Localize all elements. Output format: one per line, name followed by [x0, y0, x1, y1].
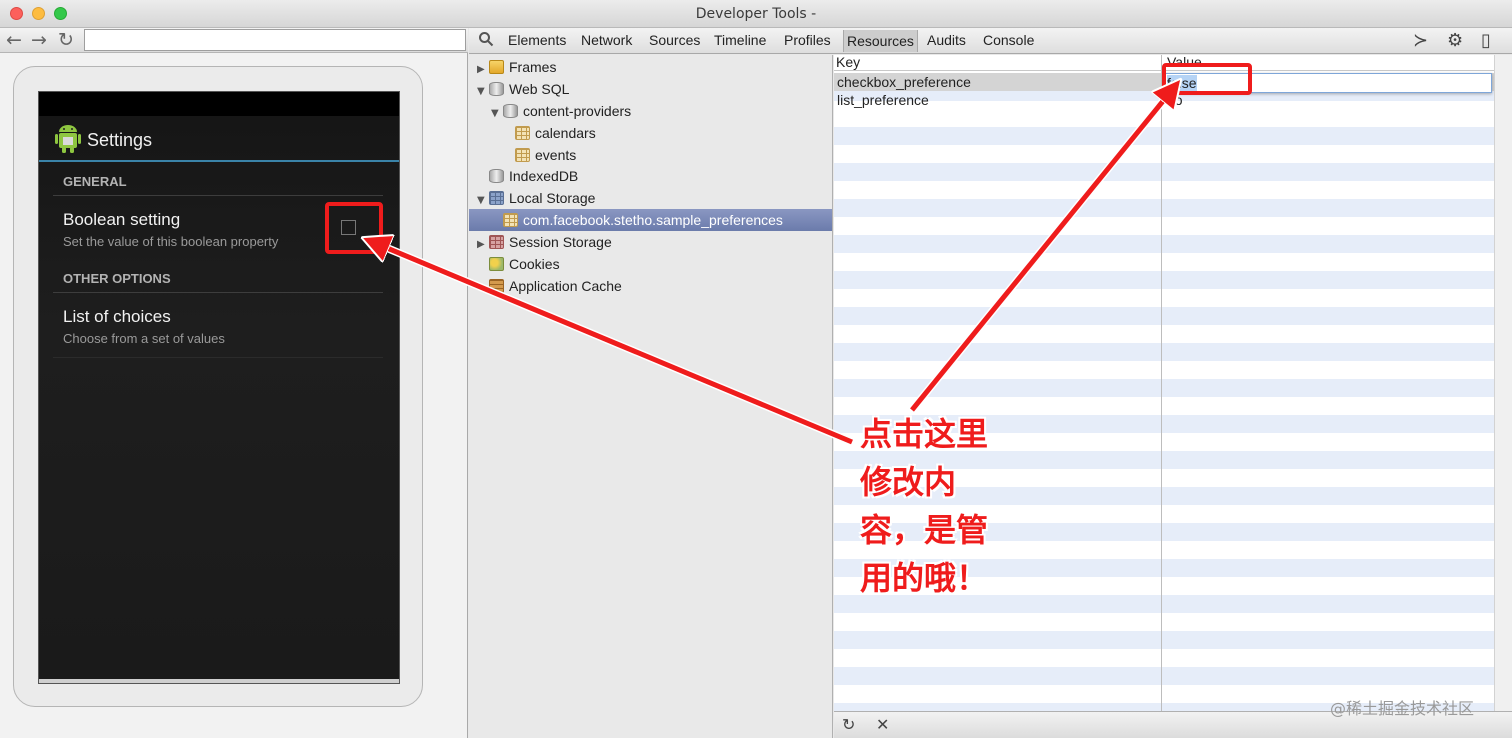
annotation-line: 用的哦！ [860, 559, 989, 597]
pref-boolean-summary: Set the value of this boolean property [63, 234, 279, 249]
android-status-bar [39, 92, 399, 116]
tree-item-label: content-providers [523, 103, 632, 119]
tree-item-label: Web SQL [509, 81, 570, 97]
table-icon [503, 213, 518, 227]
pref-boolean-title[interactable]: Boolean setting [63, 210, 180, 230]
local-storage-grid[interactable]: Key Value checkbox_preference false list… [834, 55, 1494, 711]
tree-item-local-storage[interactable]: ▼ Local Storage [477, 187, 595, 209]
grid-scrollbar[interactable] [1494, 55, 1512, 711]
tab-network[interactable]: Network [581, 32, 632, 50]
database-icon [503, 104, 518, 118]
tab-profiles[interactable]: Profiles [784, 32, 831, 50]
highlight-box-value [1162, 63, 1252, 95]
tree-item-application-cache[interactable]: Application Cache [489, 275, 622, 297]
forward-arrow-icon[interactable]: → [31, 29, 47, 51]
pref-list-summary: Choose from a set of values [63, 331, 225, 346]
tree-item-content-providers[interactable]: ▼ content-providers [491, 100, 631, 122]
screencast-navbar: ← → ↻ [0, 28, 468, 53]
screen-bottom-edge [39, 679, 399, 683]
tree-item-events[interactable]: events [515, 144, 576, 166]
refresh-icon[interactable]: ↻ [842, 715, 855, 734]
tree-item-label: events [535, 147, 577, 163]
highlight-box-checkbox [325, 202, 383, 254]
dock-icon[interactable]: ▯ [1481, 30, 1491, 51]
collapse-arrow-icon[interactable]: ▼ [477, 81, 489, 103]
annotation-line: 修改内 [860, 463, 957, 501]
cell-key[interactable]: checkbox_preference [837, 73, 971, 91]
tree-item-web-sql[interactable]: ▼ Web SQL [477, 78, 569, 100]
tree-item-label: com.facebook.stetho.sample_preferences [523, 212, 783, 228]
annotation-line: 容，是管 [860, 511, 989, 549]
tab-elements[interactable]: Elements [508, 32, 566, 50]
search-icon[interactable] [478, 31, 494, 52]
category-general: GENERAL [53, 174, 383, 196]
device-frame: Settings GENERAL Boolean setting Set the… [13, 66, 423, 707]
android-robot-icon [55, 125, 81, 153]
database-icon [489, 169, 504, 183]
tree-item-calendars[interactable]: calendars [515, 122, 596, 144]
tab-console[interactable]: Console [983, 32, 1034, 50]
cookie-icon [489, 257, 504, 271]
tab-audits[interactable]: Audits [927, 32, 966, 50]
annotation-line: 点击这里 [860, 415, 989, 453]
tree-item-frames[interactable]: ▶ Frames [477, 56, 556, 78]
expand-arrow-icon[interactable]: ▶ [477, 234, 489, 256]
table-icon [515, 148, 530, 162]
database-icon [489, 82, 504, 96]
tab-resources[interactable]: Resources [843, 30, 918, 52]
window-title: Developer Tools - [695, 6, 817, 22]
tree-item-label: calendars [535, 125, 596, 141]
tab-timeline[interactable]: Timeline [714, 32, 766, 50]
category-other-options: OTHER OPTIONS [53, 271, 383, 293]
tree-item-indexeddb[interactable]: IndexedDB [489, 165, 578, 187]
android-action-bar: Settings [39, 116, 399, 162]
tree-item-label: Frames [509, 59, 557, 75]
pref-divider [53, 357, 383, 358]
window-title-bar: Developer Tools - [0, 0, 1512, 28]
app-title: Settings [87, 130, 153, 150]
tree-item-label: Application Cache [509, 278, 622, 294]
tree-item-sample-preferences[interactable]: com.facebook.stetho.sample_preferences [469, 209, 832, 231]
table-icon [515, 126, 530, 140]
android-screen[interactable]: Settings GENERAL Boolean setting Set the… [38, 91, 400, 684]
tree-item-cookies[interactable]: Cookies [489, 253, 560, 275]
column-header-key[interactable]: Key [836, 55, 860, 70]
cache-icon [489, 279, 504, 293]
folder-icon [489, 60, 504, 74]
tree-item-label: Cookies [509, 256, 560, 272]
url-input[interactable] [84, 29, 466, 51]
device-pane: ← → ↻ Settings GENERAL Boolean setting S… [0, 28, 468, 738]
cell-key[interactable]: list_preference [837, 91, 929, 109]
column-divider[interactable] [1161, 55, 1162, 711]
delete-icon[interactable]: ✕ [876, 715, 889, 734]
tree-item-label: Session Storage [509, 234, 612, 250]
gear-icon[interactable]: ⚙ [1447, 30, 1463, 51]
annotation-text: 点击这里 修改内 容，是管 用的哦！ [860, 410, 1010, 602]
pref-list-title[interactable]: List of choices [63, 307, 171, 327]
collapse-arrow-icon[interactable]: ▼ [491, 103, 503, 125]
back-arrow-icon[interactable]: ← [6, 29, 22, 51]
watermark: @稀土掘金技术社区 [1330, 699, 1475, 718]
resources-sidebar: ▶ Frames ▼ Web SQL ▼ content-providers cale… [469, 55, 833, 738]
tree-item-session-storage[interactable]: ▶ Session Storage [477, 231, 612, 253]
tree-item-label: Local Storage [509, 190, 596, 206]
session-storage-icon [489, 235, 504, 249]
console-drawer-icon[interactable]: ≻ [1413, 30, 1428, 51]
local-storage-icon [489, 191, 504, 205]
tab-sources[interactable]: Sources [649, 32, 700, 50]
reload-icon[interactable]: ↻ [58, 29, 74, 51]
devtools-toolbar: Elements Network Sources Timeline Profil… [469, 28, 1512, 54]
tree-item-label: IndexedDB [509, 168, 579, 184]
